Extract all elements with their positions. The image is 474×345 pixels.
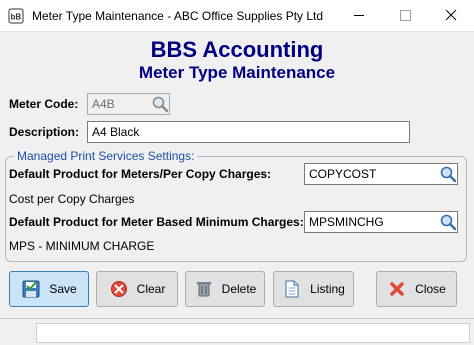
per-copy-product-description: Cost per Copy Charges — [9, 192, 135, 206]
maximize-button[interactable] — [382, 0, 428, 31]
meter-code-label: Meter Code: — [9, 97, 79, 111]
save-icon — [22, 280, 40, 298]
title-bar: bB Meter Type Maintenance - ABC Office S… — [0, 0, 474, 32]
delete-button[interactable]: Delete — [185, 271, 265, 307]
clear-button-label: Clear — [136, 282, 166, 296]
description-label: Description: — [9, 125, 80, 139]
save-button-label: Save — [49, 282, 77, 296]
minimum-charge-product-label: Default Product for Meter Based Minimum … — [9, 215, 304, 229]
minimize-icon — [354, 15, 364, 16]
minimum-charge-product-field[interactable]: MPSMINCHG — [304, 211, 458, 233]
search-icon[interactable] — [439, 165, 457, 183]
minimize-button[interactable] — [336, 0, 382, 31]
description-field[interactable]: A4 Black — [87, 121, 410, 143]
meter-code-value: A4B — [92, 97, 115, 111]
app-name-heading: BBS Accounting — [150, 37, 324, 62]
minimum-charge-product-description: MPS - MINIMUM CHARGE — [9, 239, 155, 253]
clear-icon — [110, 281, 127, 297]
svg-text:bB: bB — [11, 13, 22, 22]
per-copy-product-field[interactable]: COPYCOST — [304, 163, 458, 185]
per-copy-product-label: Default Product for Meters/Per Copy Char… — [9, 167, 272, 181]
form-title-heading: Meter Type Maintenance — [138, 63, 336, 82]
magnifier-icon[interactable] — [151, 95, 169, 113]
clear-button[interactable]: Clear — [96, 271, 178, 307]
listing-button[interactable]: Listing — [273, 271, 354, 307]
maximize-icon — [400, 10, 411, 21]
window-title: Meter Type Maintenance - ABC Office Supp… — [32, 9, 324, 23]
search-icon[interactable] — [439, 213, 457, 231]
close-button-label: Close — [415, 282, 446, 296]
minimum-charge-product-value: MPSMINCHG — [309, 215, 384, 229]
listing-button-label: Listing — [310, 282, 345, 296]
delete-button-label: Delete — [221, 282, 257, 296]
per-copy-product-value: COPYCOST — [309, 167, 377, 181]
description-value: A4 Black — [92, 125, 140, 139]
delete-icon — [196, 282, 211, 297]
close-button[interactable]: Close — [376, 271, 457, 307]
close-window-button[interactable] — [428, 0, 474, 31]
status-bar — [0, 318, 474, 345]
mps-group-title: Managed Print Services Settings: — [14, 149, 198, 163]
save-button[interactable]: Save — [9, 271, 89, 307]
close-icon — [445, 9, 457, 21]
status-panel — [36, 323, 470, 343]
close-icon — [390, 282, 404, 296]
document-icon — [285, 280, 299, 298]
app-icon: bB — [8, 8, 24, 24]
